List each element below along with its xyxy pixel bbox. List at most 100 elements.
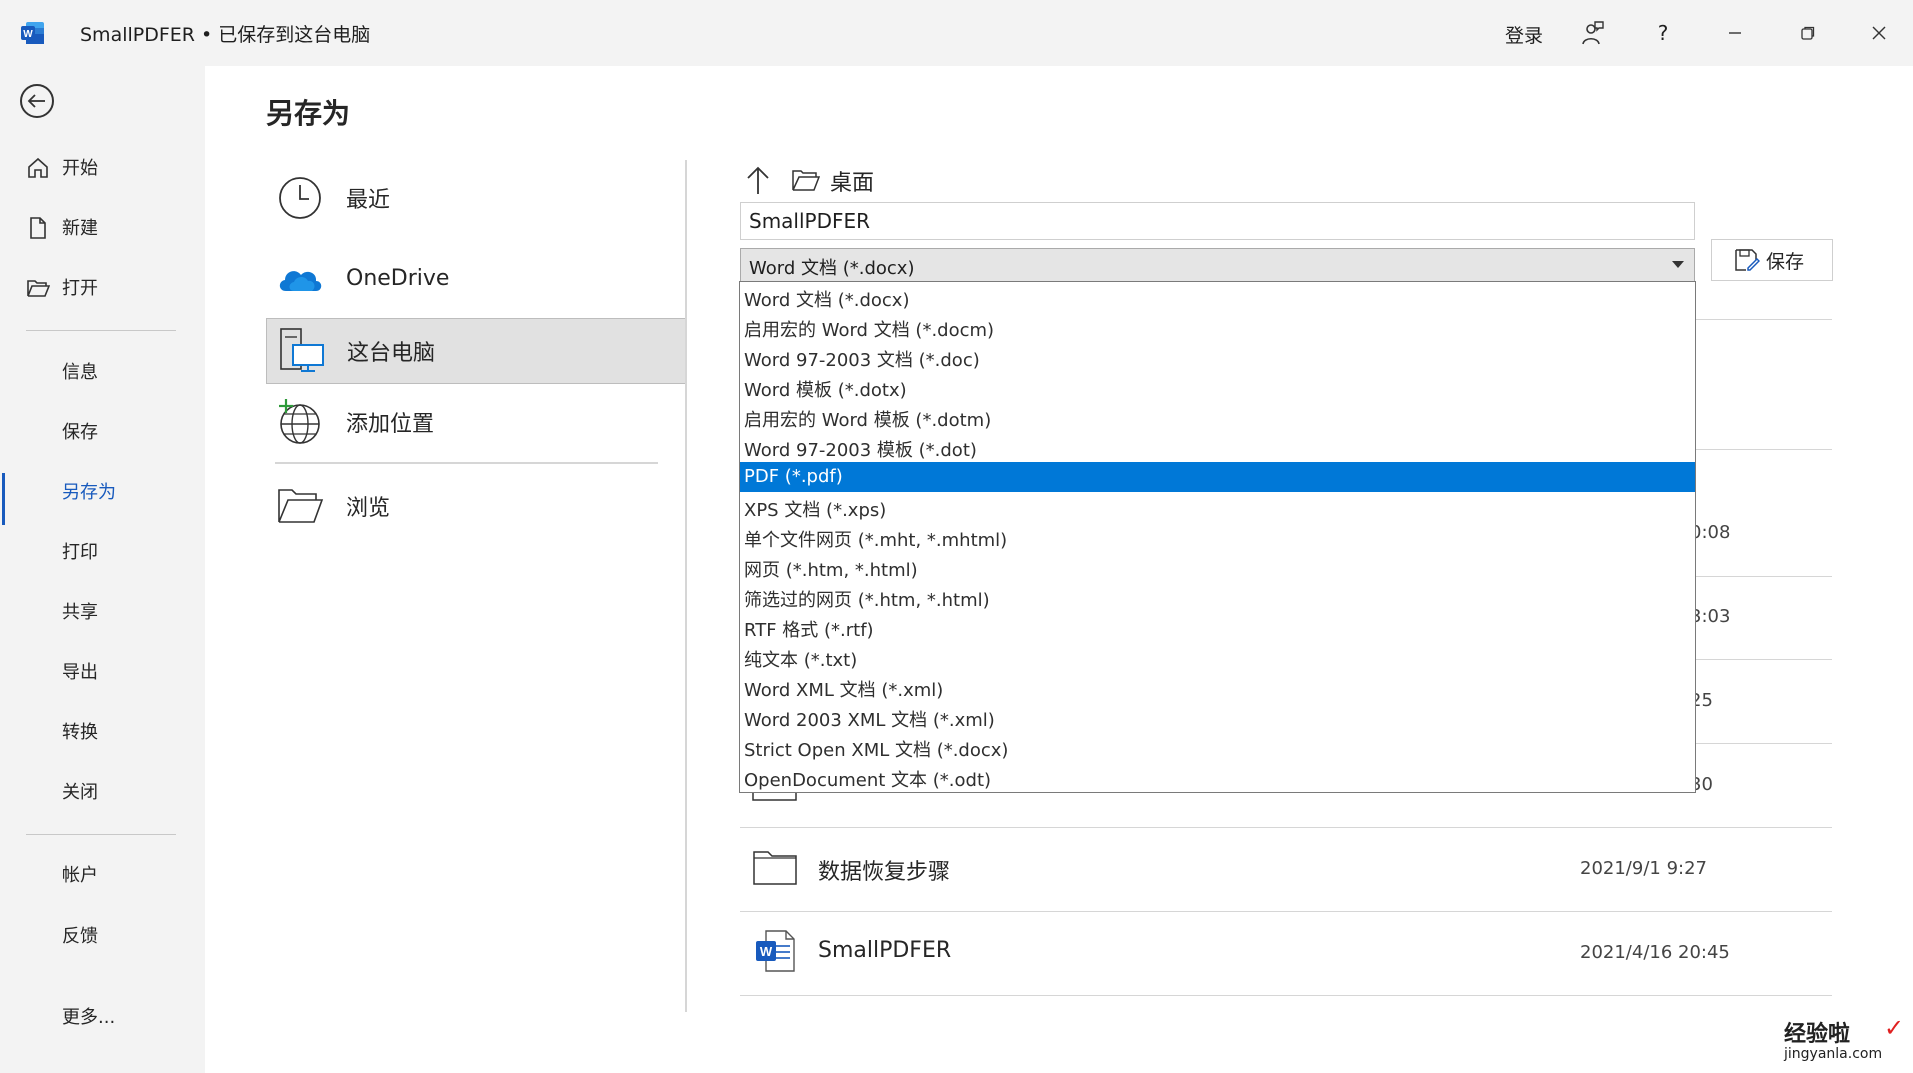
location-label: 浏览 [346, 496, 391, 521]
nav-item-save[interactable]: 保存 [0, 411, 205, 451]
back-arrow-icon[interactable] [20, 84, 54, 118]
nav-label: 打印 [62, 542, 98, 563]
file-date: 2021/9/1 9:27 [1580, 858, 1707, 879]
up-arrow-icon[interactable] [744, 164, 772, 196]
chevron-down-icon [1672, 261, 1684, 268]
home-icon [28, 157, 48, 178]
filetype-option[interactable]: 启用宏的 Word 文档 (*.docm) [740, 312, 1695, 342]
file-name: SmallPDFER [818, 938, 952, 963]
save-icon [1735, 249, 1760, 271]
nav-item-transform[interactable]: 转换 [0, 711, 205, 751]
location-this-pc[interactable]: 这台电脑 [266, 318, 686, 384]
filetype-option[interactable]: 纯文本 (*.txt) [740, 642, 1695, 672]
nav-item-feedback[interactable]: 反馈 [0, 915, 205, 955]
filetype-option[interactable]: 启用宏的 Word 模板 (*.dotm) [740, 402, 1695, 432]
watermark: 经验啦 ✓ jingyanla.com [1784, 1014, 1906, 1068]
close-icon[interactable] [1857, 14, 1901, 52]
word-app-icon: W [21, 22, 44, 44]
minimize-icon[interactable] [1713, 14, 1757, 52]
nav-item-share[interactable]: 共享 [0, 591, 205, 631]
filetype-option[interactable]: OpenDocument 文本 (*.odt) [740, 762, 1695, 792]
feedback-icon[interactable] [1570, 14, 1614, 52]
nav-label: 共享 [62, 602, 98, 623]
current-folder[interactable]: 桌面 [830, 165, 874, 197]
filename-input[interactable]: SmallPDFER [740, 202, 1695, 240]
onedrive-cloud-icon [276, 254, 324, 302]
nav-label: 开始 [62, 158, 98, 179]
nav-label: 关闭 [62, 782, 98, 803]
filetype-option[interactable]: Word 模板 (*.dotx) [740, 372, 1695, 402]
help-button[interactable]: ? [1641, 14, 1685, 52]
nav-item-info[interactable]: 信息 [0, 351, 205, 391]
filetype-option[interactable]: 筛选过的网页 (*.htm, *.html) [740, 582, 1695, 612]
open-folder-icon [27, 280, 50, 297]
filetype-option[interactable]: Word 2003 XML 文档 (*.xml) [740, 702, 1695, 732]
filetype-option[interactable]: 网页 (*.htm, *.html) [740, 552, 1695, 582]
nav-label: 导出 [62, 662, 98, 683]
filetype-option[interactable]: RTF 格式 (*.rtf) [740, 612, 1695, 642]
window-title: SmallPDFER • 已保存到这台电脑 [80, 24, 371, 46]
nav-item-save-as[interactable]: 另存为 [0, 471, 205, 525]
nav-item-home[interactable]: 开始 [0, 147, 205, 187]
list-item[interactable]: W SmallPDFER 2021/4/16 20:45 [740, 912, 1832, 994]
location-add-place[interactable]: 添加位置 [266, 390, 686, 454]
location-label: 添加位置 [346, 412, 435, 437]
location-recent[interactable]: 最近 [266, 166, 686, 230]
browse-folder-icon [276, 482, 324, 530]
file-date: 2021/4/16 20:45 [1580, 942, 1730, 963]
filetype-option[interactable]: XPS 文档 (*.xps) [740, 492, 1695, 522]
nav-item-account[interactable]: 帐户 [0, 854, 205, 894]
nav-divider [26, 834, 176, 835]
filetype-option[interactable]: Word 97-2003 文档 (*.doc) [740, 342, 1695, 372]
save-button[interactable]: 保存 [1711, 239, 1833, 281]
filetype-option-selected[interactable]: PDF (*.pdf) [740, 462, 1695, 492]
nav-item-new[interactable]: 新建 [0, 207, 205, 247]
backstage-nav: 开始 新建 打开 信息 保存 另存为 打印 共享 导出 转换 关闭 帐户 反馈 … [0, 66, 205, 1073]
nav-label: 转换 [62, 722, 98, 743]
word-document-icon: W [756, 930, 795, 972]
nav-label: 反馈 [62, 926, 98, 947]
title-bar: W SmallPDFER • 已保存到这台电脑 登录 ? [0, 0, 1913, 66]
watermark-text: 经验啦 [1784, 1022, 1851, 1047]
row-date-partial: 0:08 [1690, 522, 1731, 543]
svg-text:W: W [760, 944, 773, 959]
page-title: 另存为 [266, 97, 351, 130]
restore-icon[interactable] [1786, 14, 1830, 52]
nav-label: 另存为 [62, 482, 116, 503]
filetype-option[interactable]: 单个文件网页 (*.mht, *.mhtml) [740, 522, 1695, 552]
panel-divider [685, 160, 687, 1012]
file-name: 数据恢复步骤 [818, 860, 951, 885]
list-item[interactable]: 数据恢复步骤 2021/9/1 9:27 [740, 828, 1832, 910]
nav-label: 更多... [62, 1007, 116, 1028]
filetype-option[interactable]: Word 97-2003 模板 (*.dot) [740, 432, 1695, 462]
filetype-option[interactable]: Strict Open XML 文档 (*.docx) [740, 732, 1695, 762]
row-date-partial: 3:03 [1690, 606, 1731, 627]
nav-item-open[interactable]: 打开 [0, 267, 205, 307]
nav-item-more[interactable]: 更多... [0, 996, 205, 1036]
list-divider [740, 995, 1832, 996]
checkmark-icon: ✓ [1884, 1014, 1905, 1042]
nav-item-export[interactable]: 导出 [0, 651, 205, 691]
watermark-url: jingyanla.com [1784, 1046, 1883, 1062]
location-onedrive[interactable]: OneDrive [266, 246, 686, 310]
filetype-select[interactable]: Word 文档 (*.docx) [740, 248, 1695, 282]
nav-item-close[interactable]: 关闭 [0, 771, 205, 811]
login-link[interactable]: 登录 [1505, 21, 1543, 48]
location-label: 最近 [346, 188, 391, 213]
nav-label: 帐户 [62, 865, 98, 886]
this-pc-icon [277, 327, 325, 375]
nav-label: 新建 [62, 218, 98, 239]
location-browse[interactable]: 浏览 [266, 474, 686, 538]
location-label: OneDrive [346, 265, 450, 291]
nav-item-print[interactable]: 打印 [0, 531, 205, 571]
folder-open-icon [792, 170, 820, 191]
filetype-option[interactable]: Word XML 文档 (*.xml) [740, 672, 1695, 702]
location-label: 这台电脑 [347, 341, 436, 366]
folder-icon [753, 851, 797, 885]
clock-icon [276, 174, 324, 222]
filetype-option[interactable]: Word 文档 (*.docx) [740, 282, 1695, 312]
save-button-label: 保存 [1766, 250, 1805, 273]
nav-label: 打开 [62, 278, 98, 299]
filetype-dropdown-list: Word 文档 (*.docx) 启用宏的 Word 文档 (*.docm) W… [739, 281, 1696, 793]
nav-label: 保存 [62, 422, 98, 443]
